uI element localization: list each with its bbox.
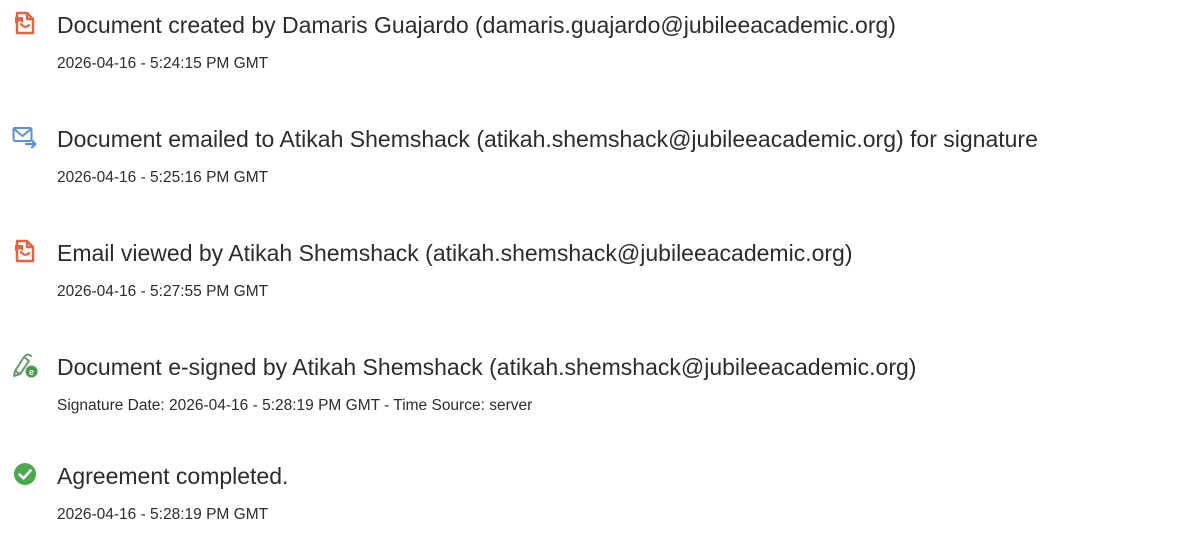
esign-pen-icon: e [12,352,38,378]
audit-event-esigned: e Document e-signed by Atikah Shemshack … [0,346,1199,426]
svg-text:e: e [29,367,34,377]
event-title: Document e-signed by Atikah Shemshack (a… [57,354,917,380]
audit-event-viewed: Email viewed by Atikah Shemshack (atikah… [0,232,1199,312]
event-timestamp: 2026-04-16 - 5:24:15 PM GMT [57,55,269,72]
event-signature-date: Signature Date: 2026-04-16 - 5:28:19 PM … [57,397,533,414]
email-send-icon [12,124,38,150]
event-title: Email viewed by Atikah Shemshack (atikah… [57,240,853,266]
audit-event-emailed: Document emailed to Atikah Shemshack (at… [0,118,1199,198]
event-timestamp: 2026-04-16 - 5:27:55 PM GMT [57,283,269,300]
audit-event-list: Document created by Damaris Guajardo (da… [0,0,1199,538]
event-timestamp: 2026-04-16 - 5:28:19 PM GMT [57,506,269,523]
audit-event-completed: Agreement completed. 2026-04-16 - 5:28:1… [0,455,1199,535]
event-title: Document emailed to Atikah Shemshack (at… [57,126,1038,152]
event-timestamp: 2026-04-16 - 5:25:16 PM GMT [57,169,269,186]
event-title: Document created by Damaris Guajardo (da… [57,12,896,38]
document-icon [12,10,38,36]
document-icon [12,238,38,264]
audit-event-created: Document created by Damaris Guajardo (da… [0,4,1199,84]
check-circle-icon [12,461,38,487]
event-title: Agreement completed. [57,463,289,489]
